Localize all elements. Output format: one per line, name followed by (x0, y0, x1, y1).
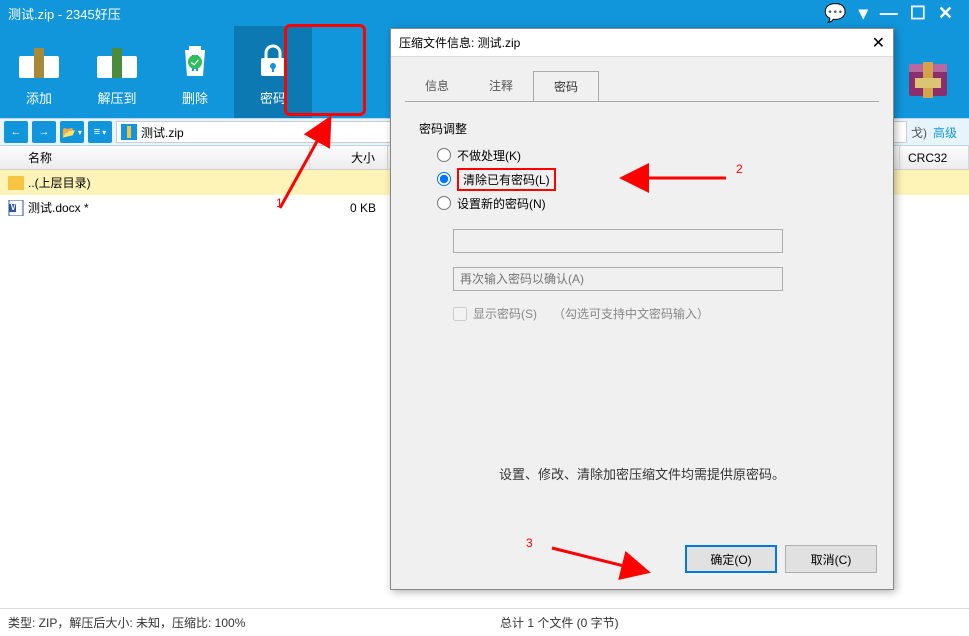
password-label: 密码 (260, 88, 286, 107)
add-icon (17, 38, 61, 82)
dialog-tabs: 信息 注释 密码 (391, 57, 893, 101)
dropdown-icon[interactable]: ▾ (859, 4, 868, 22)
nav-back-button[interactable]: ← (4, 121, 28, 143)
dialog-close-button[interactable]: ✕ (872, 33, 885, 53)
chat-icon[interactable]: 💬 (824, 4, 846, 22)
tab-comment[interactable]: 注释 (469, 71, 533, 101)
svg-text:W: W (10, 200, 22, 213)
show-password-row: 显示密码(S) （勾选可支持中文密码输入） (453, 305, 869, 322)
extract-button[interactable]: 解压到 (78, 26, 156, 118)
radio-none-label: 不做处理(K) (457, 147, 521, 164)
path-text: 测试.zip (141, 124, 184, 141)
tab-password[interactable]: 密码 (533, 71, 599, 101)
folder-icon (8, 176, 24, 190)
radio-none[interactable]: 不做处理(K) (437, 143, 869, 167)
zip-file-icon (121, 124, 137, 140)
nav-view-button[interactable]: ≡▾ (88, 121, 112, 143)
status-bar: 类型: ZIP，解压后大小: 未知，压缩比: 100% 总计 1 个文件 (0 … (0, 608, 969, 636)
column-size[interactable]: 大小 (310, 146, 388, 169)
file-size: 0 KB (310, 201, 388, 215)
radio-group: 不做处理(K) 清除已有密码(L) 设置新的密码(N) (437, 143, 869, 215)
dialog-help-text: 设置、修改、清除加密压缩文件均需提供原密码。 (415, 464, 869, 483)
docx-icon: W (8, 200, 24, 216)
nav-forward-button[interactable]: → (32, 121, 56, 143)
show-password-checkbox[interactable] (453, 307, 467, 321)
trash-icon (173, 38, 217, 82)
extract-label: 解压到 (97, 88, 136, 107)
ok-button[interactable]: 确定(O) (685, 545, 777, 573)
status-left: 类型: ZIP，解压后大小: 未知，压缩比: 100% (8, 614, 245, 631)
password-confirm-field[interactable] (453, 267, 783, 291)
column-crc[interactable]: CRC32 (899, 146, 969, 169)
annotation-highlight-password (284, 24, 366, 116)
main-titlebar: 测试.zip - 2345好压 💬 ▾ — ☐ ✕ (0, 0, 969, 26)
file-name: ..(上层目录) (28, 174, 91, 191)
add-label: 添加 (26, 88, 52, 107)
radio-clear-input[interactable] (437, 172, 451, 186)
close-button[interactable]: ✕ (938, 4, 953, 22)
advanced-link[interactable]: 高级 (933, 124, 957, 141)
dialog-body: 密码调整 不做处理(K) 清除已有密码(L) 设置新的密码(N) 显示密码(S)… (391, 102, 893, 493)
path-right-tools: 戈) 高级 (911, 124, 965, 141)
file-name: 测试.docx * (28, 199, 89, 216)
search-label[interactable]: 戈) (911, 124, 927, 141)
window-controls: 💬 ▾ — ☐ ✕ (824, 4, 953, 22)
show-password-hint: （勾选可支持中文密码输入） (553, 305, 709, 322)
delete-label: 删除 (182, 88, 208, 107)
radio-clear-label: 清除已有密码(L) (457, 168, 556, 191)
minimize-button[interactable]: — (880, 4, 898, 22)
tab-info[interactable]: 信息 (405, 71, 469, 101)
radio-set-label: 设置新的密码(N) (457, 195, 546, 212)
winrar-icon (905, 58, 951, 98)
add-button[interactable]: 添加 (0, 26, 78, 118)
dialog-titlebar: 压缩文件信息: 测试.zip ✕ (391, 29, 893, 57)
radio-clear[interactable]: 清除已有密码(L) (437, 167, 869, 191)
radio-set-input[interactable] (437, 196, 451, 210)
cancel-button[interactable]: 取消(C) (785, 545, 877, 573)
column-name[interactable]: 名称 (0, 146, 310, 169)
delete-button[interactable]: 删除 (156, 26, 234, 118)
extract-icon (95, 38, 139, 82)
window-title: 测试.zip - 2345好压 (8, 4, 824, 23)
status-right: 总计 1 个文件 (0 字节) (500, 614, 619, 631)
password-adjust-label: 密码调整 (419, 120, 869, 137)
radio-set[interactable]: 设置新的密码(N) (437, 191, 869, 215)
maximize-button[interactable]: ☐ (910, 4, 926, 22)
nav-up-button[interactable]: 📂▾ (60, 121, 84, 143)
dialog-title: 压缩文件信息: 测试.zip (399, 34, 520, 51)
dialog-buttons: 确定(O) 取消(C) (685, 545, 877, 573)
radio-none-input[interactable] (437, 148, 451, 162)
password-field[interactable] (453, 229, 783, 253)
show-password-label: 显示密码(S) (473, 305, 537, 322)
archive-info-dialog: 压缩文件信息: 测试.zip ✕ 信息 注释 密码 密码调整 不做处理(K) 清… (390, 28, 894, 590)
